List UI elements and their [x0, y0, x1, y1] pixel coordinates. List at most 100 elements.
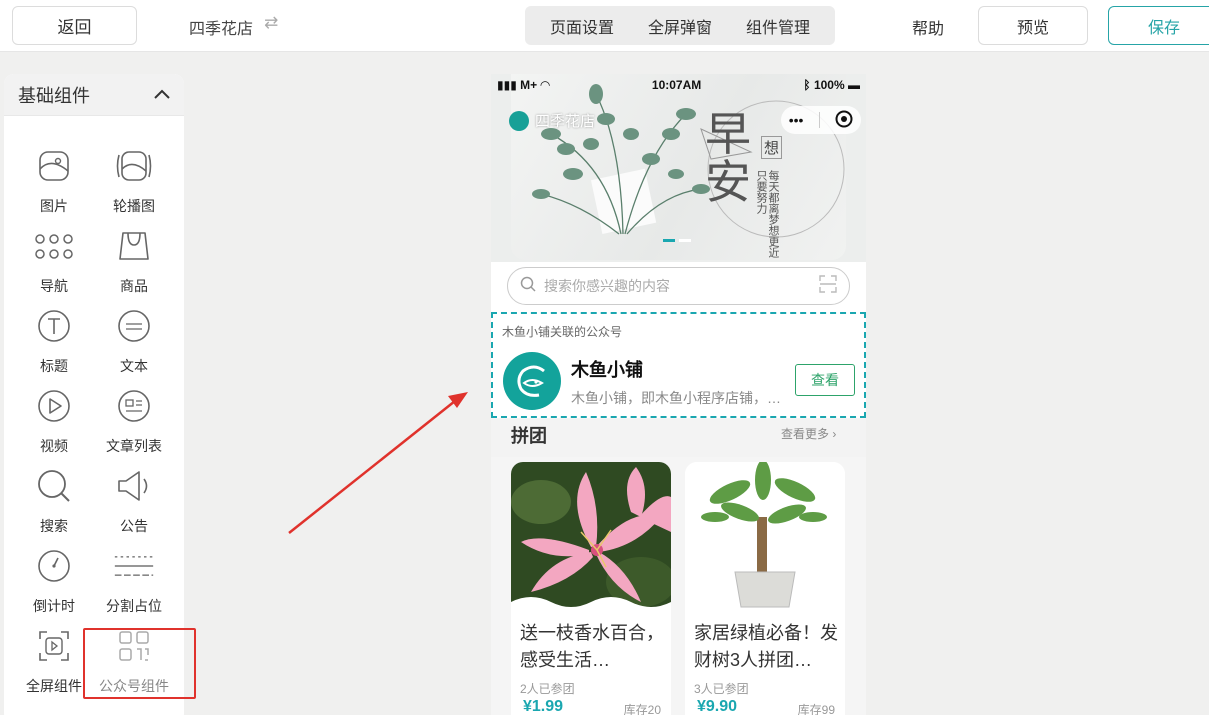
component-nav[interactable]: 导航 — [14, 226, 94, 306]
carousel-icon — [114, 146, 154, 186]
component-goods[interactable]: 商品 — [94, 226, 174, 306]
component-label: 全屏组件 — [26, 678, 82, 694]
nav-icon — [34, 226, 74, 266]
component-label: 图片 — [40, 198, 68, 214]
back-button[interactable]: 返回 — [12, 6, 137, 45]
component-label: 文章列表 — [106, 438, 162, 454]
goods-name: 家居绿植必备！发财树3人拼团… — [694, 623, 838, 670]
goods-price: ¥9.90 — [697, 698, 738, 715]
component-label: 分割占位 — [106, 598, 162, 614]
signal-icon: ▮▮▮ — [497, 78, 521, 92]
swap-icon[interactable]: ⇄ — [264, 13, 278, 33]
close-target-icon[interactable] — [835, 110, 853, 131]
component-label: 视频 — [40, 438, 68, 454]
component-title[interactable]: 标题 — [14, 306, 94, 386]
goods-image — [685, 462, 845, 612]
official-account-name: 木鱼小铺 — [571, 360, 643, 380]
selection-highlight — [83, 628, 196, 699]
component-label: 公告 — [120, 518, 148, 534]
official-account-logo-icon — [503, 352, 561, 410]
goods-name: 送一枝香水百合，感受生活… — [520, 623, 664, 670]
video-icon — [34, 386, 74, 426]
capsule-divider — [818, 112, 820, 128]
tab-fullscreen-popup[interactable]: 全屏弹窗 — [648, 14, 712, 38]
shop-name: 四季花店 — [189, 21, 254, 38]
article-list-icon — [114, 386, 154, 426]
component-countdown[interactable]: 倒计时 — [14, 546, 94, 626]
component-label: 文本 — [120, 358, 148, 374]
component-label: 搜索 — [40, 518, 68, 534]
phone-preview: 早安 想 每天都离梦想更近 只要努力 ▮▮▮ M+ ◠ 10:07AM ᛒ 10… — [491, 74, 866, 715]
view-button[interactable]: 查看 — [795, 364, 855, 396]
chevron-right-icon: › — [832, 427, 837, 441]
component-label: 商品 — [120, 278, 148, 294]
announcement-icon — [114, 466, 154, 506]
search-placeholder: 搜索你感兴趣的内容 — [544, 278, 670, 294]
banner[interactable]: 早安 想 每天都离梦想更近 只要努力 ▮▮▮ M+ ◠ 10:07AM ᛒ 10… — [491, 74, 866, 262]
tab-component-manage[interactable]: 组件管理 — [746, 14, 810, 38]
preview-button[interactable]: 预览 — [978, 6, 1088, 45]
goods-price: ¥1.99 — [523, 698, 564, 715]
search-input[interactable]: 搜索你感兴趣的内容 — [507, 267, 850, 305]
carrier: ▮▮▮ M+ ◠ — [497, 78, 550, 92]
search-section: 搜索你感兴趣的内容 — [491, 262, 866, 312]
component-panel: 基础组件 图片 轮播图 导航 商品 标题 文本 视频 文章列表 搜索 公告 倒计… — [4, 74, 184, 715]
chevron-up-icon[interactable] — [154, 86, 170, 104]
component-search[interactable]: 搜索 — [14, 466, 94, 546]
goods-card[interactable]: 送一枝香水百合，感受生活… 2人已参团 ¥1.99 库存20 — [511, 462, 671, 715]
capsule-menu[interactable]: ••• — [781, 106, 861, 134]
title-icon — [34, 306, 74, 346]
image-icon — [34, 146, 74, 186]
official-account-caption: 木鱼小铺关联的公众号 — [502, 325, 623, 339]
component-label: 标题 — [40, 358, 68, 374]
mini-program-name: 四季花店 — [535, 113, 596, 130]
component-text[interactable]: 文本 — [94, 306, 174, 386]
banner-small-text: 想 — [761, 136, 783, 159]
view-more-link[interactable]: 查看更多 › — [781, 425, 836, 442]
countdown-icon — [34, 546, 74, 586]
carousel-dots — [663, 239, 691, 242]
panel-header[interactable]: 基础组件 — [4, 74, 184, 116]
component-label: 轮播图 — [113, 198, 155, 214]
text-icon — [114, 306, 154, 346]
carousel-dot[interactable] — [679, 239, 691, 242]
fullscreen-icon — [34, 626, 74, 666]
more-icon[interactable]: ••• — [789, 112, 804, 128]
component-carousel[interactable]: 轮播图 — [94, 146, 174, 226]
bag-icon — [114, 226, 154, 266]
section-title: 拼团 — [511, 426, 547, 446]
battery: ᛒ 100% ▬ — [803, 78, 860, 92]
divider-icon — [114, 546, 154, 586]
editor-tabs: 页面设置 全屏弹窗 组件管理 — [525, 6, 835, 45]
save-button[interactable]: 保存 — [1108, 6, 1209, 45]
component-video[interactable]: 视频 — [14, 386, 94, 466]
component-divider[interactable]: 分割占位 — [94, 546, 174, 626]
bluetooth-icon: ᛒ — [803, 78, 814, 92]
banner-text: 早安 想 每天都离梦想更近 只要努力 — [705, 110, 783, 258]
scan-icon[interactable] — [819, 275, 837, 297]
component-article-list[interactable]: 文章列表 — [94, 386, 174, 466]
component-announcement[interactable]: 公告 — [94, 466, 174, 546]
official-account-desc: 木鱼小铺，即木鱼小程序店铺，… — [571, 390, 781, 406]
component-image[interactable]: 图片 — [14, 146, 94, 226]
tab-page-settings[interactable]: 页面设置 — [550, 14, 614, 38]
mini-program-title: 四季花店 — [509, 110, 595, 131]
help-link[interactable]: 帮助 — [912, 15, 944, 39]
clock: 10:07AM — [651, 78, 702, 92]
official-account-card[interactable]: 木鱼小铺关联的公众号 木鱼小铺 木鱼小铺，即木鱼小程序店铺，… 查看 — [491, 312, 866, 418]
goods-image — [511, 462, 671, 612]
group-buy-header: 拼团 查看更多 › — [491, 419, 866, 457]
component-label: 导航 — [40, 278, 68, 294]
panel-title: 基础组件 — [18, 85, 90, 106]
banner-poem: 每天都离梦想更近 只要努力 — [755, 170, 779, 258]
carousel-dot[interactable] — [663, 239, 675, 242]
shop-logo-icon — [509, 110, 529, 131]
goods-stock: 库存99 — [797, 703, 835, 715]
search-icon — [34, 466, 74, 506]
top-toolbar: 返回 四季花店 ⇄ 页面设置 全屏弹窗 组件管理 帮助 预览 保存 — [0, 0, 1209, 52]
battery-icon: ▬ — [847, 78, 860, 92]
component-fullscreen[interactable]: 全屏组件 — [14, 626, 94, 706]
goods-joined: 2人已参团 — [520, 682, 575, 696]
goods-card[interactable]: 家居绿植必备！发财树3人拼团… 3人已参团 ¥9.90 库存99 — [685, 462, 845, 715]
goods-joined: 3人已参团 — [694, 682, 749, 696]
